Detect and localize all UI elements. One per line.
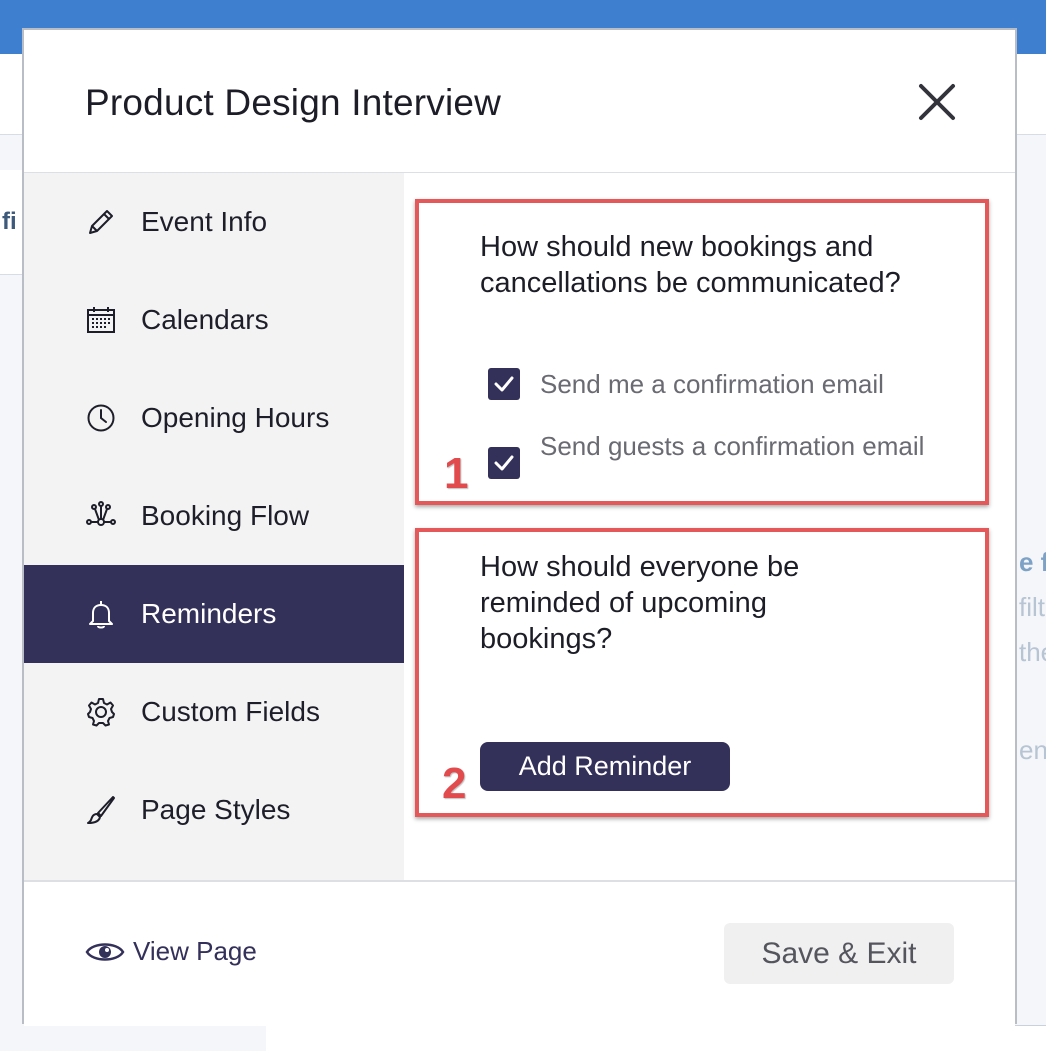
background-right-text: the bbox=[1019, 637, 1046, 667]
confirmation-email-guests-checkbox[interactable] bbox=[488, 447, 520, 479]
sidebar-item-label: Event Info bbox=[141, 206, 268, 237]
clock-icon bbox=[85, 402, 117, 434]
sidebar-item-label: Reminders bbox=[141, 598, 277, 629]
callout-number-1: 1 bbox=[444, 449, 469, 498]
background-left-text: fi bbox=[2, 208, 17, 235]
event-settings-modal: Product Design Interview Event Info Cale… bbox=[22, 28, 1017, 1026]
confirmation-email-me-label[interactable]: Send me a confirmation email bbox=[540, 367, 960, 401]
brush-icon bbox=[85, 794, 117, 826]
view-page-link[interactable]: View Page bbox=[85, 936, 257, 967]
checkmark-icon bbox=[494, 376, 514, 392]
eye-icon bbox=[85, 938, 125, 966]
sidebar-item-opening-hours[interactable]: Opening Hours bbox=[24, 369, 404, 467]
bell-icon bbox=[85, 598, 117, 630]
confirmation-email-guests-label[interactable]: Send guests a confirmation email bbox=[540, 429, 940, 463]
sidebar-item-booking-flow[interactable]: Booking Flow bbox=[24, 467, 404, 565]
confirmation-email-me-checkbox[interactable] bbox=[488, 368, 520, 400]
sidebar-item-label: Custom Fields bbox=[141, 696, 320, 727]
sidebar-item-calendars[interactable]: Calendars bbox=[24, 271, 404, 369]
sidebar-item-label: Opening Hours bbox=[141, 402, 330, 433]
reminder-question: How should everyone be reminded of upcom… bbox=[480, 551, 800, 655]
add-reminder-button[interactable]: Add Reminder bbox=[480, 742, 730, 791]
background-right-text: filt bbox=[1019, 592, 1045, 622]
sidebar-item-page-styles[interactable]: Page Styles bbox=[24, 761, 404, 859]
pencil-icon bbox=[85, 206, 117, 238]
save-and-exit-button[interactable]: Save & Exit bbox=[724, 923, 954, 984]
sidebar-item-label: Page Styles bbox=[141, 794, 291, 825]
booking-flow-icon bbox=[85, 500, 117, 532]
background-right-text: e f bbox=[1019, 547, 1046, 577]
background-right-text: ent bbox=[1019, 735, 1046, 765]
sidebar-item-custom-fields[interactable]: Custom Fields bbox=[24, 663, 404, 761]
gear-icon bbox=[85, 696, 117, 728]
modal-title: Product Design Interview bbox=[85, 82, 502, 123]
sidebar-item-label: Calendars bbox=[141, 304, 269, 335]
checkmark-icon bbox=[494, 455, 514, 471]
modal-header: Product Design Interview bbox=[24, 30, 1015, 173]
view-page-label: View Page bbox=[133, 936, 257, 966]
settings-sidebar: Event Info Calendars Opening Hours Booki… bbox=[24, 173, 404, 880]
sidebar-item-reminders[interactable]: Reminders bbox=[24, 565, 404, 663]
reminders-panel: How should new bookings and cancellation… bbox=[404, 173, 1015, 880]
close-icon bbox=[919, 84, 955, 120]
background-bottom-panel bbox=[266, 1025, 1046, 1051]
callout-number-2: 2 bbox=[442, 759, 467, 808]
communication-question: How should new bookings and cancellation… bbox=[480, 231, 901, 299]
sidebar-item-event-info[interactable]: Event Info bbox=[24, 173, 404, 271]
sidebar-item-label: Booking Flow bbox=[141, 500, 310, 531]
close-button[interactable] bbox=[915, 80, 959, 124]
calendar-icon bbox=[85, 304, 117, 336]
modal-footer: View Page Save & Exit bbox=[24, 880, 1015, 1026]
